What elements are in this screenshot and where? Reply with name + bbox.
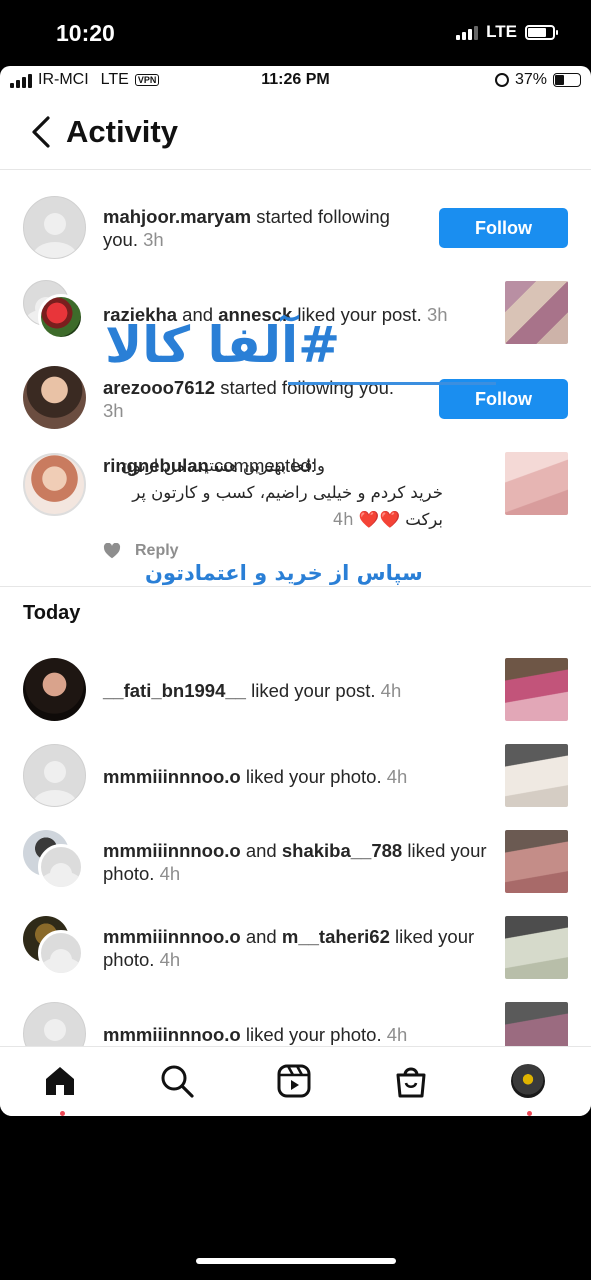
post-thumbnail[interactable] bbox=[505, 281, 568, 344]
phone-status-bar: 10:20 LTE bbox=[0, 0, 591, 66]
notification-text: mahjoor.maryam started following you. 3h bbox=[103, 206, 390, 250]
post-thumbnail[interactable] bbox=[505, 916, 568, 979]
username[interactable]: shakiba__788 bbox=[282, 840, 402, 861]
section-title: Today bbox=[23, 602, 81, 624]
watermark-underline bbox=[288, 382, 496, 385]
username[interactable]: mmmiiinnnoo.o bbox=[103, 840, 241, 861]
bottom-nav bbox=[0, 1046, 591, 1116]
username[interactable]: arezooo7612 bbox=[103, 377, 215, 398]
avatar[interactable] bbox=[38, 844, 84, 890]
follow-button[interactable]: Follow bbox=[439, 208, 568, 248]
reply-button[interactable]: Reply bbox=[135, 542, 179, 560]
avatar[interactable] bbox=[23, 744, 86, 807]
battery-percent: 37% bbox=[514, 71, 547, 88]
shop-icon[interactable] bbox=[393, 1063, 433, 1103]
username[interactable]: mmmiiinnnoo.o bbox=[103, 766, 241, 787]
inner-status-bar: IR-MCI LTE VPN 11:26 PM 37% bbox=[0, 66, 591, 96]
notification-text: mmmiiinnnoo.o liked your photo. 4h bbox=[103, 1024, 408, 1045]
username[interactable]: mahjoor.maryam bbox=[103, 206, 251, 227]
avatar[interactable] bbox=[23, 196, 86, 259]
notification-text: mmmiiinnnoo.o liked your photo. 4h bbox=[103, 766, 408, 787]
post-thumbnail[interactable] bbox=[505, 658, 568, 721]
heart-icon[interactable] bbox=[103, 543, 121, 559]
network-type: LTE bbox=[486, 22, 517, 41]
avatar[interactable] bbox=[23, 658, 86, 721]
username[interactable]: __fati_bn1994__ bbox=[103, 680, 246, 701]
post-thumbnail[interactable] bbox=[505, 744, 568, 807]
home-indicator[interactable] bbox=[196, 1258, 396, 1264]
notification-dot bbox=[59, 1111, 65, 1116]
comment-text: واقعا بهترین هستید، من ازتون خرید کردم و… bbox=[120, 456, 443, 529]
notification-text: mmmiiinnnoo.o and m__taheri62 liked your… bbox=[103, 926, 475, 970]
post-thumbnail[interactable] bbox=[505, 830, 568, 893]
battery-icon bbox=[553, 73, 581, 87]
search-icon[interactable] bbox=[159, 1063, 199, 1103]
home-icon[interactable] bbox=[42, 1063, 82, 1116]
notification-text: mmmiiinnnoo.o and shakiba__788 liked you… bbox=[103, 840, 487, 884]
notification-text: __fati_bn1994__ liked your post. 4h bbox=[103, 680, 402, 701]
watermark-text: #آلفا کالا bbox=[105, 316, 341, 374]
activity-header: Activity bbox=[0, 96, 591, 170]
profile-avatar[interactable] bbox=[510, 1063, 550, 1116]
avatar[interactable] bbox=[38, 930, 84, 976]
avatar[interactable] bbox=[23, 453, 86, 516]
overlay-caption: سپاس از خرید و اعتمادتون bbox=[145, 561, 423, 585]
signal-icon bbox=[456, 24, 479, 40]
username[interactable]: mmmiiinnnoo.o bbox=[103, 926, 241, 947]
reels-icon[interactable] bbox=[276, 1063, 316, 1103]
phone-clock: 10:20 bbox=[56, 20, 115, 46]
follow-button[interactable]: Follow bbox=[439, 379, 568, 419]
notification-dot bbox=[526, 1111, 532, 1116]
username[interactable]: m__taheri62 bbox=[282, 926, 390, 947]
username[interactable]: mmmiiinnnoo.o bbox=[103, 1024, 241, 1045]
avatar[interactable] bbox=[38, 294, 84, 340]
page-title: Activity bbox=[66, 114, 178, 149]
avatar[interactable] bbox=[23, 366, 86, 429]
rotation-lock-icon bbox=[494, 73, 509, 87]
post-thumbnail[interactable] bbox=[505, 452, 568, 515]
battery-icon bbox=[525, 24, 558, 40]
instagram-screen: IR-MCI LTE VPN 11:26 PM 37% Activity mah… bbox=[0, 66, 591, 1116]
chevron-left-icon[interactable] bbox=[28, 114, 56, 150]
divider bbox=[0, 586, 591, 587]
